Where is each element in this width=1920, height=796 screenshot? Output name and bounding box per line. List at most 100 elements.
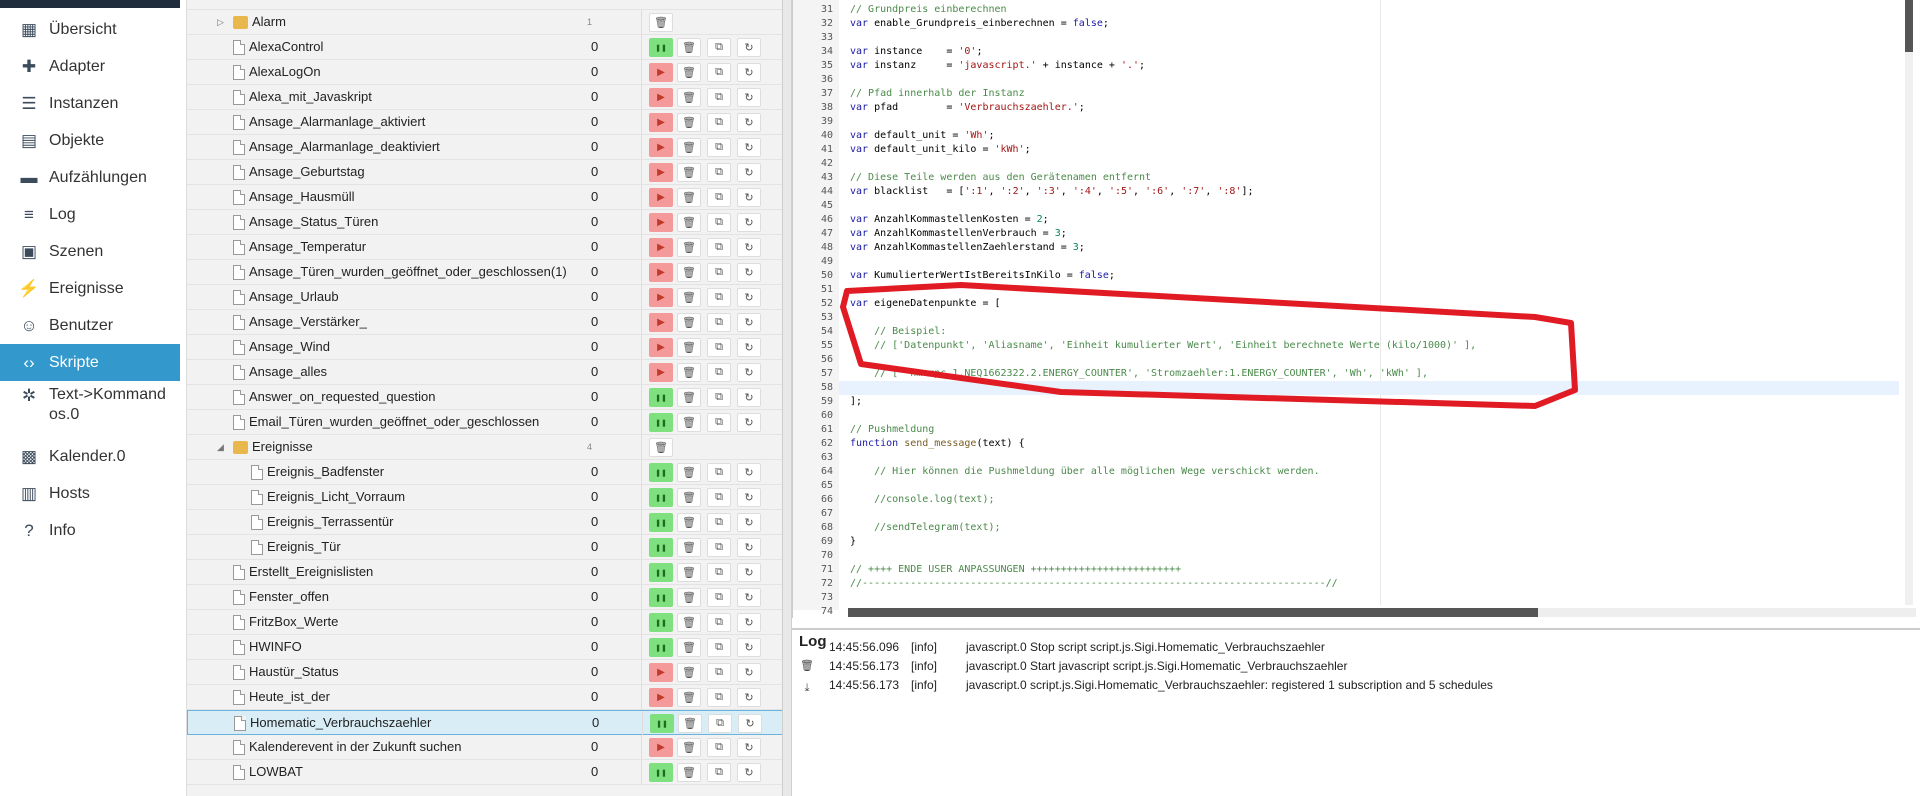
copy-script-button[interactable]: ⧉ [707, 613, 731, 632]
start-script-button[interactable]: ▶ [649, 663, 673, 682]
tree-script-row[interactable]: Erstellt_Ereignislisten 0 ❚❚ 🗑 ⧉ ↻ [187, 560, 782, 585]
sidebar-item-info[interactable]: ? Info [0, 512, 180, 549]
tree-script-row[interactable]: Heute_ist_der 0 ▶ 🗑 ⧉ ↻ [187, 685, 782, 710]
restart-script-button[interactable]: ↻ [737, 463, 761, 482]
pause-script-button[interactable]: ❚❚ [649, 638, 673, 657]
tree-script-row[interactable]: Ansage_Urlaub 0 ▶ 🗑 ⧉ ↻ [187, 285, 782, 310]
restart-script-button[interactable]: ↻ [737, 138, 761, 157]
restart-script-button[interactable]: ↻ [737, 63, 761, 82]
delete-script-button[interactable]: 🗑 [677, 688, 701, 707]
tree-script-row[interactable]: Ansage_alles 0 ▶ 🗑 ⧉ ↻ [187, 360, 782, 385]
copy-script-button[interactable]: ⧉ [707, 238, 731, 257]
delete-script-button[interactable]: 🗑 [677, 638, 701, 657]
delete-script-button[interactable]: 🗑 [677, 363, 701, 382]
delete-script-button[interactable]: 🗑 [677, 88, 701, 107]
tree-script-row[interactable]: Ansage_Hausmüll 0 ▶ 🗑 ⧉ ↻ [187, 185, 782, 210]
restart-script-button[interactable]: ↻ [737, 638, 761, 657]
sidebar-item-szenen[interactable]: ▣ Szenen [0, 233, 180, 270]
delete-folder-button[interactable]: 🗑 [649, 438, 673, 457]
sidebar-item-skripte[interactable]: ‹› Skripte [0, 344, 180, 381]
tree-script-row[interactable]: Alexa_mit_Javaskript 0 ▶ 🗑 ⧉ ↻ [187, 85, 782, 110]
start-script-button[interactable]: ▶ [649, 188, 673, 207]
sidebar-item-objekte[interactable]: ▤ Objekte [0, 122, 180, 159]
tree-script-row[interactable]: Ansage_Verstärker_ 0 ▶ 🗑 ⧉ ↻ [187, 310, 782, 335]
start-script-button[interactable]: ▶ [649, 363, 673, 382]
delete-script-button[interactable]: 🗑 [678, 714, 702, 733]
delete-script-button[interactable]: 🗑 [677, 388, 701, 407]
copy-script-button[interactable]: ⧉ [707, 213, 731, 232]
tree-script-row[interactable]: Ereignis_Badfenster 0 ❚❚ 🗑 ⧉ ↻ [187, 460, 782, 485]
tree-script-row[interactable]: Homematic_Verbrauchszaehler 0 ❚❚ 🗑 ⧉ ↻ [187, 710, 782, 735]
copy-script-button[interactable]: ⧉ [707, 513, 731, 532]
start-script-button[interactable]: ▶ [649, 63, 673, 82]
vertical-scroll-thumb[interactable] [1905, 0, 1913, 52]
sidebar-item-hosts[interactable]: ▥ Hosts [0, 475, 180, 512]
tree-script-row[interactable]: AlexaLogOn 0 ▶ 🗑 ⧉ ↻ [187, 60, 782, 85]
restart-script-button[interactable]: ↻ [737, 613, 761, 632]
restart-script-button[interactable]: ↻ [737, 263, 761, 282]
sidebar-item-benutzer[interactable]: ☺ Benutzer [0, 307, 180, 344]
copy-script-button[interactable]: ⧉ [707, 288, 731, 307]
start-script-button[interactable]: ▶ [649, 338, 673, 357]
delete-script-button[interactable]: 🗑 [677, 288, 701, 307]
tree-script-row[interactable]: Ansage_Status_Türen 0 ▶ 🗑 ⧉ ↻ [187, 210, 782, 235]
copy-script-button[interactable]: ⧉ [707, 363, 731, 382]
restart-script-button[interactable]: ↻ [737, 213, 761, 232]
restart-script-button[interactable]: ↻ [737, 38, 761, 57]
tree-script-row[interactable]: Ansage_Temperatur 0 ▶ 🗑 ⧉ ↻ [187, 235, 782, 260]
copy-script-button[interactable]: ⧉ [707, 338, 731, 357]
caret-closed-icon[interactable]: ▷ [217, 10, 227, 34]
restart-script-button[interactable]: ↻ [737, 288, 761, 307]
restart-script-button[interactable]: ↻ [737, 363, 761, 382]
start-script-button[interactable]: ▶ [649, 263, 673, 282]
copy-script-button[interactable]: ⧉ [707, 163, 731, 182]
pause-script-button[interactable]: ❚❚ [649, 613, 673, 632]
start-script-button[interactable]: ▶ [649, 688, 673, 707]
panel-splitter[interactable] [782, 0, 792, 796]
pause-script-button[interactable]: ❚❚ [649, 588, 673, 607]
delete-script-button[interactable]: 🗑 [677, 588, 701, 607]
copy-script-button[interactable]: ⧉ [707, 688, 731, 707]
delete-script-button[interactable]: 🗑 [677, 613, 701, 632]
start-script-button[interactable]: ▶ [649, 138, 673, 157]
download-icon[interactable]: ⤓ [799, 680, 815, 696]
tree-script-row[interactable]: AlexaControl 0 ❚❚ 🗑 ⧉ ↻ [187, 35, 782, 60]
delete-script-button[interactable]: 🗑 [677, 238, 701, 257]
start-script-button[interactable]: ▶ [649, 213, 673, 232]
copy-script-button[interactable]: ⧉ [707, 463, 731, 482]
delete-script-button[interactable]: 🗑 [677, 338, 701, 357]
tree-script-row[interactable]: Fenster_offen 0 ❚❚ 🗑 ⧉ ↻ [187, 585, 782, 610]
delete-script-button[interactable]: 🗑 [677, 113, 701, 132]
copy-script-button[interactable]: ⧉ [707, 263, 731, 282]
horizontal-scroll-thumb[interactable] [848, 608, 1538, 617]
sidebar-item-übersicht[interactable]: ▦ Übersicht [0, 11, 180, 48]
copy-script-button[interactable]: ⧉ [707, 588, 731, 607]
restart-script-button[interactable]: ↻ [737, 238, 761, 257]
caret-open-icon[interactable]: ◢ [217, 435, 227, 459]
delete-script-button[interactable]: 🗑 [677, 738, 701, 757]
delete-script-button[interactable]: 🗑 [677, 413, 701, 432]
copy-script-button[interactable]: ⧉ [708, 714, 732, 733]
restart-script-button[interactable]: ↻ [737, 163, 761, 182]
tree-script-row[interactable]: Email_Türen_wurden_geöffnet_oder_geschlo… [187, 410, 782, 435]
delete-script-button[interactable]: 🗑 [677, 463, 701, 482]
restart-script-button[interactable]: ↻ [737, 313, 761, 332]
tree-script-row[interactable]: Ansage_Alarmanlage_aktiviert 0 ▶ 🗑 ⧉ ↻ [187, 110, 782, 135]
pause-script-button[interactable]: ❚❚ [649, 388, 673, 407]
pause-script-button[interactable]: ❚❚ [649, 488, 673, 507]
tree-script-row[interactable]: Ansage_Türen_wurden_geöffnet_oder_geschl… [187, 260, 782, 285]
copy-script-button[interactable]: ⧉ [707, 563, 731, 582]
copy-script-button[interactable]: ⧉ [707, 538, 731, 557]
pause-script-button[interactable]: ❚❚ [649, 463, 673, 482]
trash-icon[interactable]: 🗑 [799, 658, 815, 674]
restart-script-button[interactable]: ↻ [737, 663, 761, 682]
delete-script-button[interactable]: 🗑 [677, 488, 701, 507]
start-script-button[interactable]: ▶ [649, 738, 673, 757]
tree-script-row[interactable]: LOWBAT 0 ❚❚ 🗑 ⧉ ↻ [187, 760, 782, 785]
start-script-button[interactable]: ▶ [649, 238, 673, 257]
restart-script-button[interactable]: ↻ [737, 88, 761, 107]
start-script-button[interactable]: ▶ [649, 113, 673, 132]
tree-script-row[interactable]: Ereignis_Terrassentür 0 ❚❚ 🗑 ⧉ ↻ [187, 510, 782, 535]
delete-script-button[interactable]: 🗑 [677, 163, 701, 182]
code-editor[interactable]: 31 32 33 34 35 36 37 38 39 40 41 42 43 44 45 46 47 48 49 50… [792, 0, 1920, 618]
